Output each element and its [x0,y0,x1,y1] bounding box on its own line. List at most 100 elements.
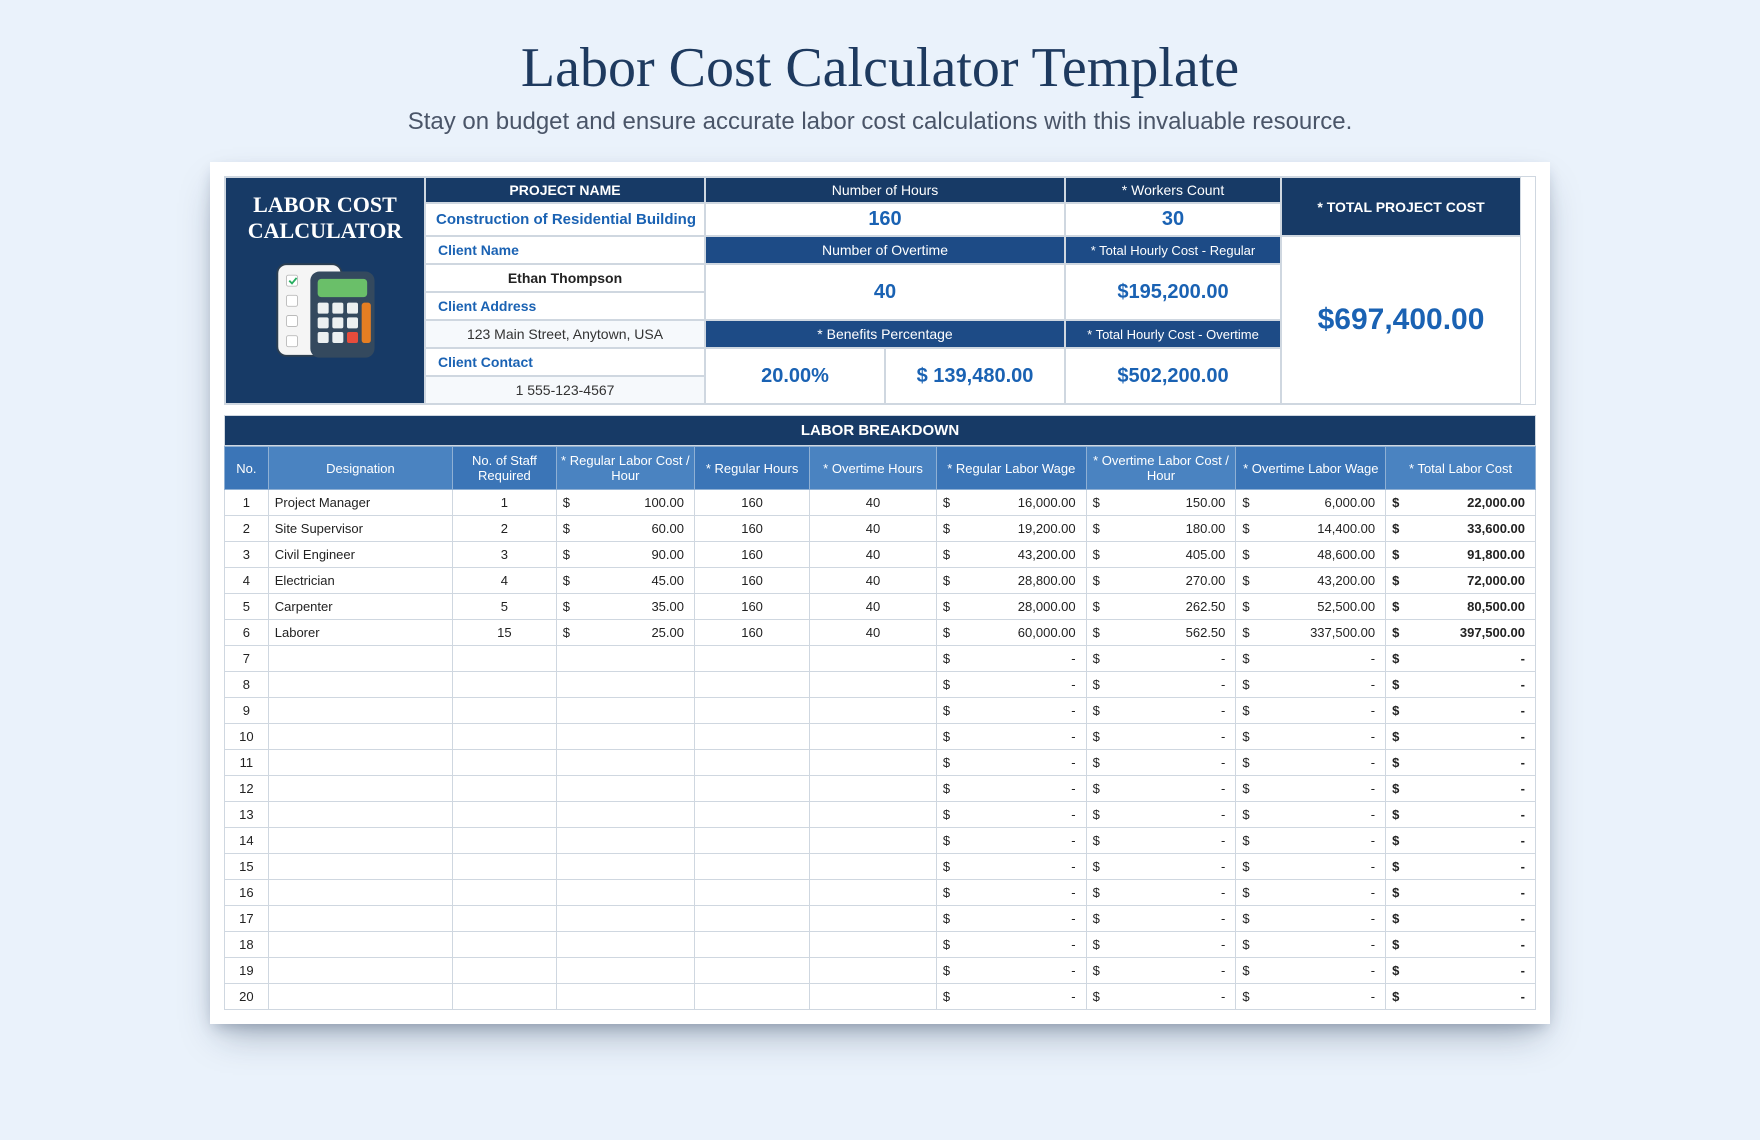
cell-ot-hours [810,672,937,698]
cell-rate [556,646,694,672]
cell-no: 19 [225,958,269,984]
calc-title-2: CALCULATOR [248,218,402,243]
cell-staff [453,698,557,724]
cell-ot-hours [810,776,937,802]
table-row: 3Civil Engineer390.001604043,200.00405.0… [225,542,1536,568]
cell-no: 3 [225,542,269,568]
table-row: 8---- [225,672,1536,698]
cell-rate: 45.00 [556,568,694,594]
cell-total: - [1386,906,1536,932]
cell-ot-wage: - [1236,672,1386,698]
cell-designation [268,646,452,672]
benefits-amount: $ 139,480.00 [885,348,1065,404]
cell-reg-wage: - [936,880,1086,906]
cell-ot-wage: - [1236,854,1386,880]
cell-reg-hours: 160 [694,490,809,516]
cell-no: 16 [225,880,269,906]
cell-ot-rate: - [1086,906,1236,932]
cell-no: 1 [225,490,269,516]
cell-total: 33,600.00 [1386,516,1536,542]
cell-reg-hours [694,932,809,958]
page-title: Labor Cost Calculator Template [521,36,1239,100]
cell-designation [268,698,452,724]
page-subtitle: Stay on budget and ensure accurate labor… [408,108,1353,136]
cell-staff [453,932,557,958]
cell-designation [268,776,452,802]
cell-ot-rate: 180.00 [1086,516,1236,542]
table-row: 6Laborer1525.001604060,000.00562.50337,5… [225,620,1536,646]
cell-reg-wage: - [936,828,1086,854]
cell-ot-rate: - [1086,724,1236,750]
cell-staff: 15 [453,620,557,646]
cell-ot-hours: 40 [810,542,937,568]
cell-rate: 60.00 [556,516,694,542]
cell-reg-hours [694,854,809,880]
cell-ot-hours: 40 [810,568,937,594]
cell-staff [453,724,557,750]
cell-rate [556,698,694,724]
cell-ot-hours [810,802,937,828]
cell-ot-hours [810,646,937,672]
cell-rate [556,802,694,828]
cell-rate [556,750,694,776]
cell-reg-wage: 19,200.00 [936,516,1086,542]
cell-ot-rate: - [1086,984,1236,1010]
calculator-icon [270,255,380,365]
cell-no: 15 [225,854,269,880]
table-row: 5Carpenter535.001604028,000.00262.5052,5… [225,594,1536,620]
cell-no: 8 [225,672,269,698]
workers-label: * Workers Count [1065,177,1281,203]
cell-no: 6 [225,620,269,646]
cell-ot-hours [810,984,937,1010]
benefits-pct: 20.00% [705,348,885,404]
cell-ot-hours [810,880,937,906]
cell-designation [268,828,452,854]
hourly-cost-block: * Total Hourly Cost - Regular $195,200.0… [1065,236,1281,404]
cell-ot-wage: - [1236,958,1386,984]
table-row: 2Site Supervisor260.001604019,200.00180.… [225,516,1536,542]
cell-no: 18 [225,932,269,958]
cell-designation [268,802,452,828]
cell-ot-wage: - [1236,932,1386,958]
hours-label: Number of Hours [705,177,1065,203]
client-address-label: Client Address [425,292,705,320]
cell-ot-rate: - [1086,828,1236,854]
cell-designation [268,672,452,698]
col-total: * Total Labor Cost [1386,447,1536,490]
cell-ot-hours [810,750,937,776]
cell-ot-wage: 14,400.00 [1236,516,1386,542]
cell-ot-rate: - [1086,646,1236,672]
cell-ot-hours: 40 [810,620,937,646]
cell-staff [453,672,557,698]
page: Labor Cost Calculator Template Stay on b… [0,0,1760,1044]
cell-reg-wage: - [936,802,1086,828]
cell-ot-hours [810,958,937,984]
cell-designation: Site Supervisor [268,516,452,542]
cell-ot-rate: - [1086,854,1236,880]
col-ot-rate: * Overtime Labor Cost / Hour [1086,447,1236,490]
cell-ot-rate: 562.50 [1086,620,1236,646]
cell-staff [453,776,557,802]
cell-ot-hours [810,932,937,958]
cell-reg-hours: 160 [694,620,809,646]
reg-hourly-label: * Total Hourly Cost - Regular [1065,236,1281,264]
cell-ot-wage: 48,600.00 [1236,542,1386,568]
col-staff: No. of Staff Required [453,447,557,490]
cell-reg-wage: - [936,984,1086,1010]
ot-hourly-label: * Total Hourly Cost - Overtime [1065,320,1281,348]
cell-reg-wage: 16,000.00 [936,490,1086,516]
cell-ot-rate: - [1086,932,1236,958]
cell-reg-hours [694,776,809,802]
cell-staff: 4 [453,568,557,594]
cell-reg-wage: - [936,906,1086,932]
table-row: 11---- [225,750,1536,776]
cell-total: 72,000.00 [1386,568,1536,594]
cell-no: 17 [225,906,269,932]
project-name-label: PROJECT NAME [425,177,705,203]
cell-ot-hours: 40 [810,516,937,542]
cell-total: - [1386,802,1536,828]
spreadsheet-card: LABOR COST CALCULATOR [210,162,1550,1024]
cell-ot-rate: 405.00 [1086,542,1236,568]
cell-ot-hours [810,854,937,880]
cell-total: - [1386,724,1536,750]
